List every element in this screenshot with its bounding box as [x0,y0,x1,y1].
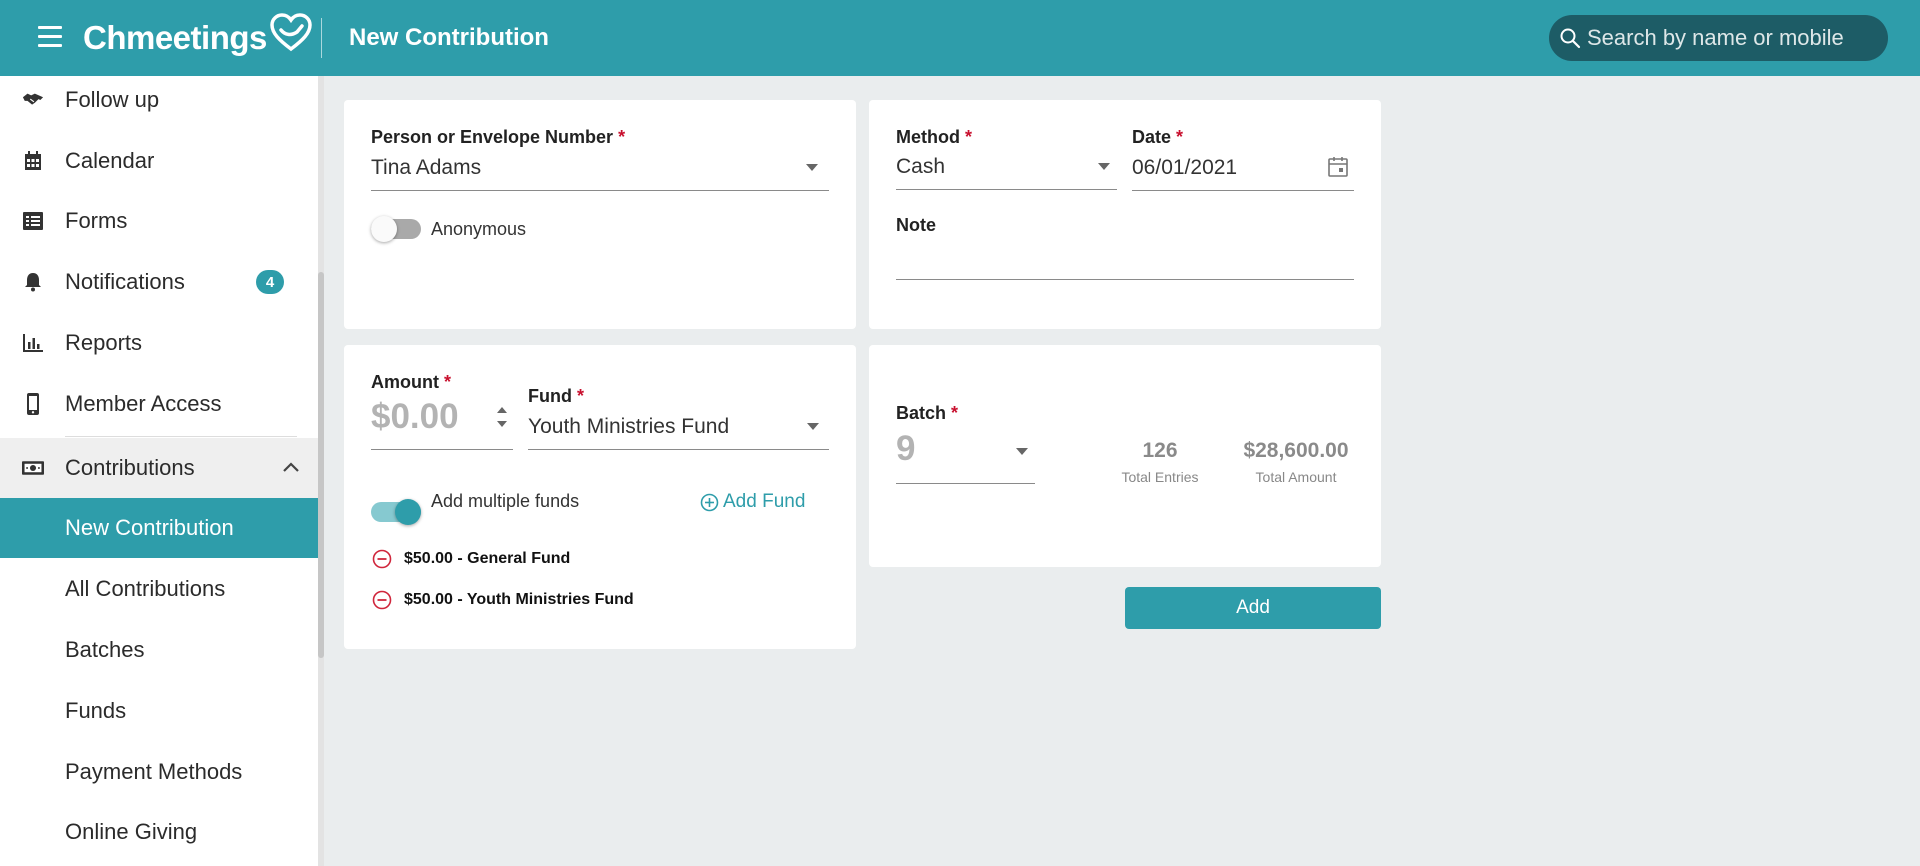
person-card: Person or Envelope Number * Tina Adams A… [344,100,856,329]
sidebar-item-member-access[interactable]: Member Access [0,374,318,434]
date-field-underline [1132,190,1354,191]
logo-text: Chmeetings [83,19,267,56]
list-icon [22,210,44,232]
sidebar-item-label: New Contribution [65,515,234,540]
batch-field-label: Batch * [896,403,959,423]
sidebar-item-label: Follow up [65,87,160,112]
fund-field-label: Fund * [528,386,585,406]
person-field-underline [371,190,829,191]
batch-field-underline [896,483,1035,484]
mobile-phone-icon [22,393,44,415]
sidebar-item-all-contributions[interactable]: All Contributions [0,559,318,619]
sidebar-item-payment-methods[interactable]: Payment Methods [0,742,318,802]
multiple-funds-toggle[interactable] [371,499,421,525]
total-entries-value: 126 [1142,439,1178,462]
sidebar-item-label: Payment Methods [65,759,243,784]
add-fund-button[interactable]: Add Fund [700,491,805,513]
bell-icon [22,271,44,293]
top-bar: Chmeetings New Contribution [0,0,1920,76]
anonymous-toggle[interactable] [371,216,421,242]
sidebar-item-new-contribution[interactable]: New Contribution [0,498,318,558]
sidebar-item-calendar[interactable]: Calendar [0,131,318,191]
sidebar-item-label: Reports [65,330,143,355]
page-title: New Contribution [349,24,549,51]
multiple-funds-label: Add multiple funds [431,491,580,511]
amount-field-underline [371,449,513,450]
notification-count-badge: 4 [256,270,284,294]
note-input[interactable] [896,245,1354,273]
amount-input[interactable]: $0.00 [371,397,459,437]
sidebar-item-label: Calendar [65,148,155,173]
sidebar-item-label: Forms [65,208,128,233]
header-divider [321,18,322,58]
chevron-down-icon[interactable] [1016,448,1028,455]
sidebar-item-follow-up[interactable]: Follow up [0,76,318,130]
add-fund-label: Add Fund [723,491,806,512]
date-field-label: Date * [1132,127,1184,147]
logo-heart-icon [270,13,312,52]
remove-circle-icon[interactable] [372,549,392,569]
fund-list-item-text: $50.00 - General Fund [404,550,571,567]
sidebar-item-label: Member Access [65,391,222,416]
sidebar-item-label: All Contributions [65,576,226,601]
fund-list-item-text: $50.00 - Youth Ministries Fund [404,591,634,608]
amount-fund-card: Amount * $0.00 Fund * Youth Ministries F… [344,345,856,649]
amount-field-label: Amount * [371,372,452,392]
note-field-label: Note [896,215,936,235]
sidebar-item-forms[interactable]: Forms [0,191,318,251]
app-logo[interactable]: Chmeetings [83,13,313,62]
money-icon [22,457,44,479]
chevron-down-icon[interactable] [1098,163,1110,170]
sidebar: Follow up Calendar Forms Notifications 4… [0,76,318,866]
sidebar-item-contributions[interactable]: Contributions [0,438,318,498]
method-field-label: Method * [896,127,973,147]
menu-icon[interactable] [38,26,62,48]
remove-circle-icon[interactable] [372,590,392,610]
batch-card: Batch * 9 126 Total Entries $28,600.00 T… [869,345,1381,567]
fund-list-item: $50.00 - Youth Ministries Fund [372,590,634,610]
sidebar-scrollbar-thumb[interactable] [318,272,324,658]
sidebar-item-funds[interactable]: Funds [0,681,318,741]
fund-field-underline [528,449,829,450]
number-spinner-icon[interactable] [496,404,508,435]
handshake-icon [22,89,44,111]
date-input[interactable]: 06/01/2021 [1132,156,1237,180]
fund-select-value[interactable]: Youth Ministries Fund [528,415,729,439]
chevron-down-icon[interactable] [806,164,818,171]
sidebar-item-online-giving[interactable]: Online Giving [0,802,318,862]
method-field-underline [896,189,1117,190]
method-date-card: Method * Cash Date * 06/01/2021 Note [869,100,1381,329]
plus-circle-icon [700,493,719,511]
batch-select-value[interactable]: 9 [896,429,915,469]
note-field-underline [896,279,1354,280]
search-input[interactable] [1587,25,1867,51]
search-icon [1560,28,1581,49]
sidebar-item-label: Funds [65,698,127,723]
chevron-up-icon[interactable] [283,459,299,477]
chevron-down-icon[interactable] [807,423,819,430]
sidebar-item-label: Online Giving [65,819,198,844]
sidebar-item-notifications[interactable]: Notifications 4 [0,252,318,312]
total-amount-value: $28,600.00 [1243,439,1349,462]
sidebar-item-reports[interactable]: Reports [0,313,318,373]
bar-chart-icon [22,332,44,354]
search-box[interactable] [1549,15,1888,61]
person-field-label: Person or Envelope Number * [371,127,626,147]
add-button[interactable]: Add [1125,587,1381,629]
method-select-value[interactable]: Cash [896,155,945,179]
total-amount-label: Total Amount [1255,469,1337,485]
sidebar-item-label: Contributions [65,455,195,480]
sidebar-item-label: Batches [65,637,145,662]
person-select-value[interactable]: Tina Adams [371,156,481,180]
calendar-icon[interactable] [1328,156,1348,182]
calendar-icon [22,150,44,172]
fund-list-item: $50.00 - General Fund [372,549,570,569]
anonymous-label: Anonymous [431,219,527,239]
sidebar-divider [65,436,297,437]
sidebar-item-label: Notifications [65,269,185,294]
total-entries-label: Total Entries [1121,469,1199,485]
sidebar-item-batches[interactable]: Batches [0,620,318,680]
